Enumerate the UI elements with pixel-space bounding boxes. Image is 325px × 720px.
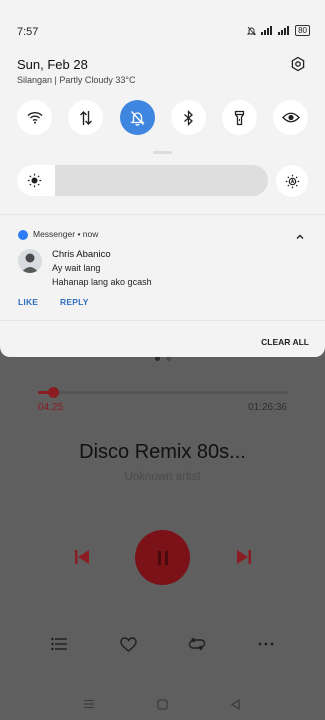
notification-shade: 7:57 80 Sun, Feb 28 Silangan | Partly Cl… (0, 0, 325, 357)
repeat-icon (188, 637, 206, 651)
flashlight-toggle[interactable] (222, 100, 257, 135)
notification-header: Messenger • now (33, 229, 98, 239)
mobile-data-toggle[interactable] (68, 100, 103, 135)
recents-button[interactable] (82, 697, 96, 711)
heart-icon (119, 636, 137, 652)
more-horizontal-icon (258, 642, 274, 646)
pause-icon (157, 550, 168, 565)
gear-icon (291, 56, 305, 72)
seek-bar[interactable] (38, 387, 288, 398)
navigation-bar (0, 693, 325, 715)
avatar (18, 249, 42, 273)
reply-button[interactable]: REPLY (60, 297, 89, 307)
previous-track-button[interactable] (70, 545, 94, 569)
signal-2-icon (278, 26, 290, 35)
favorite-button[interactable] (117, 633, 139, 655)
divider (0, 320, 325, 321)
auto-brightness-icon (285, 174, 299, 188)
signal-icon (261, 26, 273, 35)
sender-name: Chris Abanico (52, 249, 111, 260)
chevron-up-icon (296, 234, 304, 239)
bell-off-icon (247, 26, 257, 35)
wifi-toggle[interactable] (17, 100, 52, 135)
brightness-icon (27, 173, 42, 188)
weather-label: Silangan | Partly Cloudy 33°C (17, 75, 136, 85)
song-title: Disco Remix 80s... (79, 441, 246, 463)
skip-next-icon (237, 550, 251, 564)
menu-icon (84, 700, 94, 708)
repeat-button[interactable] (186, 633, 208, 655)
data-arrows-icon (79, 110, 92, 125)
flashlight-icon (234, 110, 245, 125)
square-icon (156, 698, 168, 710)
notification-time: now (82, 229, 99, 239)
status-icons: 80 (247, 25, 310, 36)
eye-comfort-toggle[interactable] (273, 100, 308, 135)
playlist-button[interactable] (48, 633, 70, 655)
total-time: 01:26:36 (248, 402, 287, 413)
current-time: 04:25 (38, 402, 64, 413)
separator: • (77, 229, 81, 239)
collapse-button[interactable] (295, 229, 305, 239)
triangle-back-icon (230, 698, 240, 710)
battery-icon: 80 (295, 25, 310, 36)
skip-previous-icon (75, 550, 89, 564)
wifi-icon (27, 111, 42, 124)
bluetooth-icon (184, 109, 193, 126)
auto-brightness-toggle[interactable] (276, 165, 308, 197)
divider (0, 214, 325, 215)
message-line: Hahanap lang ako gcash (52, 277, 152, 287)
shade-drag-handle[interactable] (153, 151, 172, 154)
like-button[interactable]: LIKE (18, 297, 38, 307)
next-track-button[interactable] (232, 545, 256, 569)
app-name: Messenger (33, 229, 76, 239)
playlist-icon (51, 637, 67, 651)
more-options-button[interactable] (255, 633, 277, 655)
messenger-icon (18, 230, 28, 240)
settings-button[interactable] (290, 56, 306, 72)
brightness-slider[interactable] (17, 165, 268, 196)
back-button[interactable] (228, 697, 242, 711)
do-not-disturb-toggle[interactable] (120, 100, 155, 135)
eye-icon (281, 112, 300, 123)
message-line: Ay wait lang (52, 263, 101, 273)
home-button[interactable] (155, 697, 169, 711)
status-time: 7:57 (17, 26, 39, 38)
date-label: Sun, Feb 28 (17, 57, 88, 72)
bluetooth-toggle[interactable] (171, 100, 206, 135)
bell-off-icon (130, 110, 145, 126)
clear-all-button[interactable]: CLEAR ALL (261, 337, 309, 347)
song-artist: Unknown artist (124, 471, 201, 483)
seek-bar-thumb[interactable] (47, 387, 59, 398)
play-pause-button[interactable] (135, 530, 190, 585)
